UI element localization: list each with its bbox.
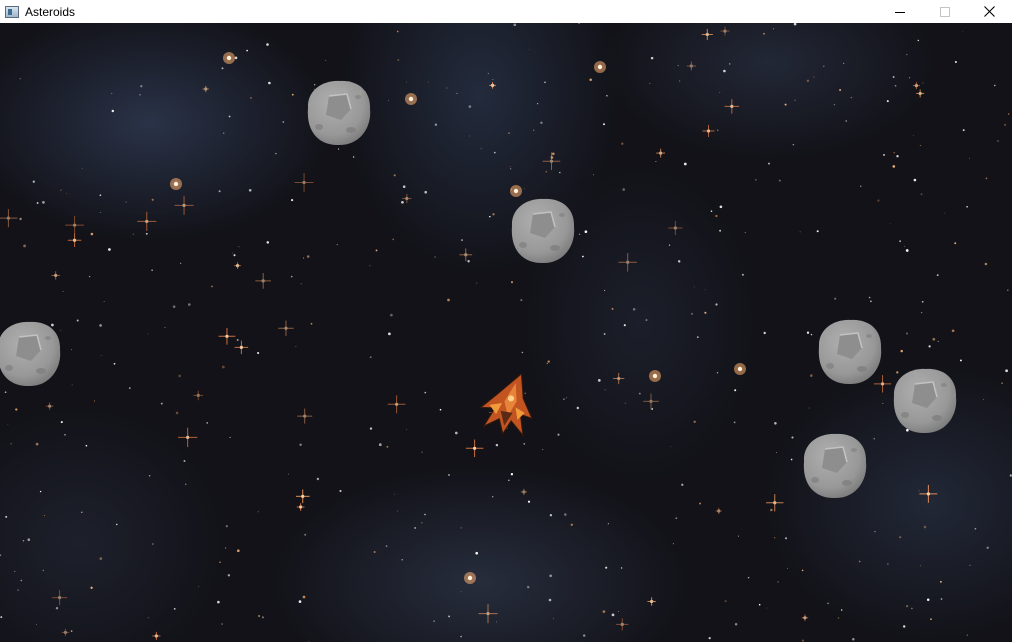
asteroid xyxy=(803,433,867,499)
asteroid xyxy=(0,321,61,387)
player-ship xyxy=(479,372,533,437)
minimize-button[interactable] xyxy=(877,0,922,23)
game-window: Asteroids xyxy=(0,0,1012,642)
maximize-icon xyxy=(939,6,950,17)
app-window-icon xyxy=(5,5,19,18)
asteroid xyxy=(511,198,575,264)
game-canvas[interactable] xyxy=(0,23,1012,642)
maximize-button[interactable] xyxy=(922,0,967,23)
close-button[interactable] xyxy=(967,0,1012,23)
game-objects xyxy=(0,80,957,499)
asteroid xyxy=(818,319,882,385)
asteroid xyxy=(307,80,371,146)
window-controls xyxy=(877,0,1012,23)
spaceship-icon xyxy=(479,372,533,437)
close-icon xyxy=(984,6,995,17)
window-title: Asteroids xyxy=(25,4,76,19)
title-bar[interactable]: Asteroids xyxy=(0,0,1012,23)
minimize-icon xyxy=(894,11,905,13)
asteroid xyxy=(893,368,957,434)
